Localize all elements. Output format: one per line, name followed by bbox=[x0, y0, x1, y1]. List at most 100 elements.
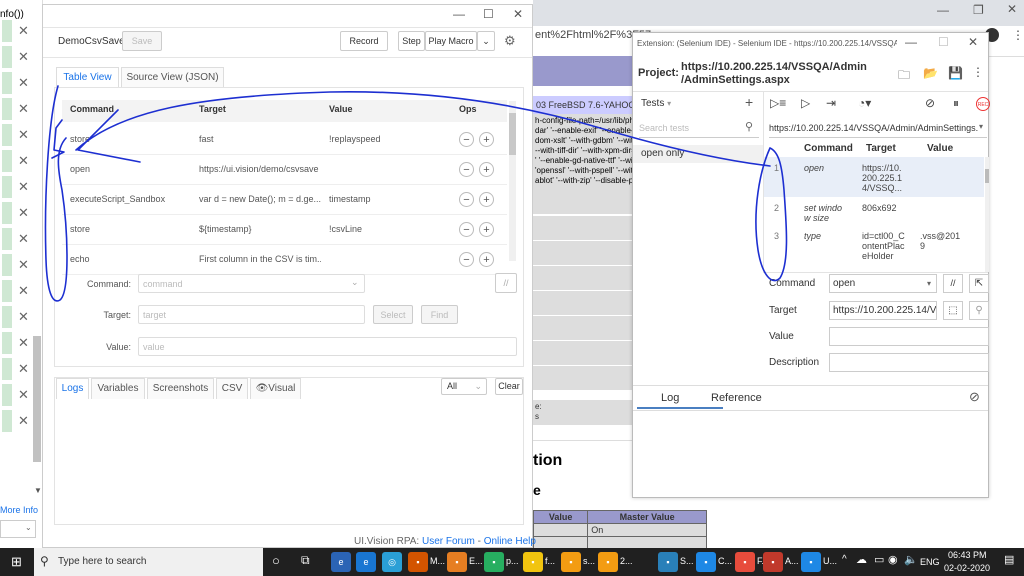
clock-date[interactable]: 02-02-2020 bbox=[944, 563, 990, 573]
task-view-icon[interactable]: ⧉ bbox=[301, 553, 310, 568]
run-all-tests-icon[interactable]: ▷≡ bbox=[770, 96, 786, 110]
taskbar-app-icon[interactable]: ▪ bbox=[523, 552, 543, 572]
new-project-icon[interactable]: 🗀 bbox=[898, 66, 910, 87]
close-icon[interactable]: ✕ bbox=[1007, 2, 1017, 16]
more-options-icon[interactable]: ⋮ bbox=[972, 65, 984, 79]
table-scrollbar[interactable] bbox=[985, 157, 989, 272]
target-input[interactable]: https://10.200.225.14/V bbox=[829, 301, 937, 320]
value-input[interactable]: value bbox=[138, 337, 517, 356]
close-icon[interactable]: ✕ bbox=[18, 257, 29, 273]
close-icon[interactable]: ✕ bbox=[513, 7, 523, 21]
comment-toggle-button[interactable]: // bbox=[943, 274, 963, 293]
taskbar-app-icon[interactable]: ▪ bbox=[561, 552, 581, 572]
scrollbar[interactable] bbox=[33, 336, 41, 462]
taskbar-app-icon[interactable]: ▪ bbox=[484, 552, 504, 572]
tab-source-view[interactable]: Source View (JSON) bbox=[121, 67, 224, 88]
dropdown[interactable]: ⌄ bbox=[0, 520, 36, 538]
delete-row-button[interactable]: − bbox=[459, 192, 474, 207]
minimize-icon[interactable]: — bbox=[905, 35, 917, 49]
insert-row-button[interactable]: + bbox=[479, 192, 494, 207]
taskbar-app-label[interactable]: 2... bbox=[620, 556, 633, 566]
onedrive-icon[interactable]: ☁ bbox=[856, 553, 867, 566]
scrollbar-thumb[interactable] bbox=[509, 113, 516, 155]
battery-icon[interactable]: ▭ bbox=[874, 553, 884, 566]
disable-breakpoints-icon[interactable]: ⊘ bbox=[925, 96, 935, 110]
comment-toggle-button[interactable]: // bbox=[495, 273, 517, 293]
tab-variables[interactable]: Variables bbox=[91, 378, 145, 399]
more-info-link[interactable]: More Info bbox=[0, 505, 38, 515]
table-row[interactable]: echo First column in the CSV is tim... − + bbox=[62, 245, 507, 275]
description-input[interactable] bbox=[829, 353, 989, 372]
table-row[interactable]: open https://ui.vision/demo/csvsave − + bbox=[62, 155, 507, 185]
clock-time[interactable]: 06:43 PM bbox=[948, 550, 987, 560]
close-icon[interactable]: ✕ bbox=[18, 205, 29, 221]
taskbar-app-icon[interactable]: ▪ bbox=[447, 552, 467, 572]
step-over-icon[interactable]: ⇥ bbox=[826, 96, 836, 110]
table-row[interactable]: executeScript_Sandbox var d = new Date();… bbox=[62, 185, 507, 215]
close-icon[interactable]: ✕ bbox=[18, 127, 29, 143]
tab-csv[interactable]: CSV bbox=[216, 378, 248, 399]
search-tests-input[interactable]: Search tests bbox=[639, 119, 759, 138]
value-input[interactable] bbox=[829, 327, 989, 346]
insert-row-button[interactable]: + bbox=[479, 162, 494, 177]
play-options-dropdown[interactable]: ⌄ bbox=[477, 31, 495, 51]
taskbar-app-icon[interactable]: ▪ bbox=[735, 552, 755, 572]
open-reference-icon[interactable]: ⇱ bbox=[969, 274, 989, 293]
minimize-icon[interactable]: — bbox=[453, 7, 465, 21]
tab-reference[interactable]: Reference bbox=[711, 392, 762, 404]
run-current-test-icon[interactable]: ▷ bbox=[801, 96, 810, 110]
table-row[interactable]: 1 open https://10. 200.225.1 4/VSSQ... bbox=[764, 161, 984, 193]
insert-row-button[interactable]: + bbox=[479, 132, 494, 147]
close-icon[interactable]: ✕ bbox=[18, 387, 29, 403]
edge-browser-icon[interactable]: e bbox=[356, 552, 376, 572]
taskbar-app-label[interactable]: U... bbox=[823, 556, 837, 566]
taskbar-app-label[interactable]: E... bbox=[469, 556, 483, 566]
tray-chevron-icon[interactable]: ^ bbox=[842, 554, 847, 565]
command-input[interactable]: open bbox=[829, 274, 937, 293]
close-icon[interactable]: ✕ bbox=[18, 179, 29, 195]
save-button[interactable]: Save bbox=[122, 31, 162, 51]
table-row[interactable]: store fast !replayspeed − + bbox=[62, 125, 507, 155]
edge-icon[interactable]: e bbox=[331, 552, 351, 572]
open-project-icon[interactable]: 📂 bbox=[923, 66, 938, 80]
scroll-down-icon[interactable]: ▼ bbox=[34, 486, 42, 495]
user-forum-link[interactable]: User Forum bbox=[422, 536, 475, 547]
command-input[interactable]: command bbox=[138, 274, 365, 293]
scrollbar-thumb[interactable] bbox=[985, 169, 989, 183]
close-icon[interactable]: ✕ bbox=[18, 335, 29, 351]
delete-row-button[interactable]: − bbox=[459, 222, 474, 237]
notifications-icon[interactable]: ▤ bbox=[1004, 553, 1014, 566]
maximize-icon[interactable]: ❐ bbox=[973, 3, 984, 17]
taskbar-search-box[interactable]: ⚲ Type here to search bbox=[34, 548, 263, 576]
volume-icon[interactable]: 🔈 bbox=[904, 553, 918, 566]
find-target-icon[interactable]: ⚲ bbox=[969, 301, 989, 320]
close-icon[interactable]: ✕ bbox=[18, 153, 29, 169]
taskbar-app-label[interactable]: s... bbox=[583, 556, 595, 566]
tests-dropdown[interactable]: Tests ▾ bbox=[641, 98, 671, 109]
delete-row-button[interactable]: − bbox=[459, 162, 474, 177]
taskbar-app-label[interactable]: p... bbox=[506, 556, 519, 566]
taskbar-app-label[interactable]: S... bbox=[680, 556, 694, 566]
find-button[interactable]: Find bbox=[421, 305, 458, 324]
insert-row-button[interactable]: + bbox=[479, 222, 494, 237]
taskbar-app-icon[interactable]: ▪ bbox=[763, 552, 783, 572]
table-row[interactable]: store ${timestamp} !csvLine − + bbox=[62, 215, 507, 245]
clear-log-button[interactable]: Clear bbox=[495, 378, 523, 395]
close-icon[interactable]: ✕ bbox=[18, 75, 29, 91]
close-icon[interactable]: ✕ bbox=[18, 101, 29, 117]
base-url-select[interactable]: https://10.200.225.14/VSSQA/Admin/AdminS… bbox=[769, 119, 987, 138]
select-button[interactable]: Select bbox=[373, 305, 413, 324]
select-target-icon[interactable]: ⬚ bbox=[943, 301, 963, 320]
maximize-icon[interactable]: ☐ bbox=[483, 7, 494, 21]
tab-table-view[interactable]: Table View bbox=[56, 67, 119, 88]
record-button[interactable]: Record bbox=[340, 31, 388, 51]
record-icon[interactable]: REC bbox=[976, 97, 990, 111]
tab-logs[interactable]: Logs bbox=[56, 378, 89, 399]
tab-log[interactable]: Log bbox=[661, 392, 679, 404]
settings-gear-icon[interactable]: ⚙ bbox=[504, 33, 516, 49]
close-icon[interactable]: ✕ bbox=[18, 283, 29, 299]
close-icon[interactable]: ✕ bbox=[18, 23, 29, 39]
insert-row-button[interactable]: + bbox=[479, 252, 494, 267]
delete-row-button[interactable]: − bbox=[459, 252, 474, 267]
tab-visual[interactable]: 👁Visual bbox=[250, 378, 301, 399]
